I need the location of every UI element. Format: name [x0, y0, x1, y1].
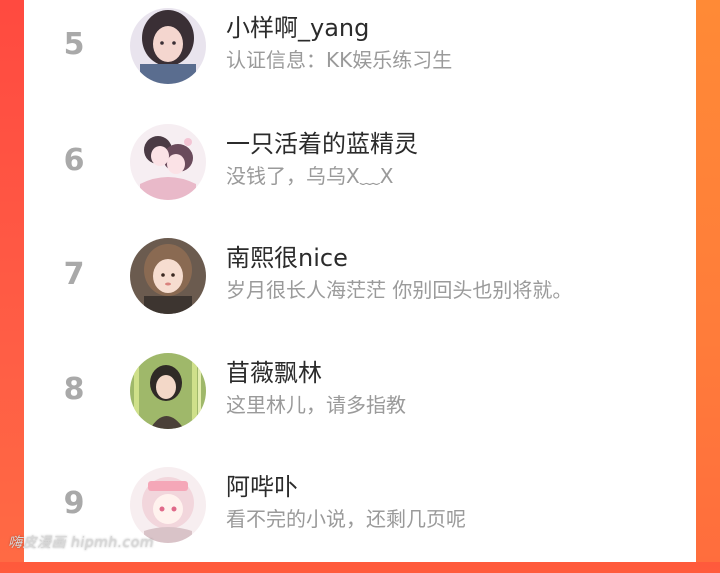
- user-name[interactable]: 南熙很nice: [226, 238, 348, 273]
- user-signature: 这里林儿，请多指教: [226, 393, 406, 417]
- rank-number: 9: [63, 486, 85, 521]
- rank-number: 5: [63, 27, 85, 62]
- ranking-list-panel: 5 小样啊_yang 认证信息：KK娱乐练习生 6 一只活着的蓝精灵 没钱了，乌…: [24, 0, 696, 562]
- user-avatar[interactable]: [130, 238, 206, 314]
- user-signature: 岁月很长人海茫茫 你别回头也别将就。: [226, 278, 573, 302]
- user-signature: 没钱了，乌乌X﹏X: [226, 164, 394, 188]
- rank-number: 7: [63, 257, 85, 292]
- right-accent-border: [696, 0, 720, 562]
- user-avatar[interactable]: [130, 8, 206, 84]
- user-name[interactable]: 小样啊_yang: [226, 8, 369, 43]
- rank-number: 6: [63, 143, 85, 178]
- list-item[interactable]: 7 南熙很nice 岁月很长人海茫茫 你别回头也别将就。: [24, 230, 696, 344]
- list-item[interactable]: 9 阿哔卟 看不完的小说，还剩几页呢: [24, 459, 696, 573]
- user-signature: 看不完的小说，还剩几页呢: [226, 507, 466, 531]
- site-watermark: 嗨皮漫画 hipmh.com: [8, 535, 154, 551]
- list-item[interactable]: 6 一只活着的蓝精灵 没钱了，乌乌X﹏X: [24, 116, 696, 230]
- left-accent-border: [0, 0, 24, 562]
- list-item[interactable]: 8 苜薇飘林 这里林儿，请多指教: [24, 345, 696, 459]
- user-name[interactable]: 阿哔卟: [226, 467, 298, 502]
- user-name[interactable]: 苜薇飘林: [226, 353, 322, 388]
- rank-number: 8: [63, 372, 85, 407]
- user-avatar[interactable]: [130, 124, 206, 200]
- user-name[interactable]: 一只活着的蓝精灵: [226, 124, 418, 159]
- user-signature: 认证信息：KK娱乐练习生: [226, 48, 453, 72]
- list-item[interactable]: 5 小样啊_yang 认证信息：KK娱乐练习生: [24, 0, 696, 114]
- user-avatar[interactable]: [130, 353, 206, 429]
